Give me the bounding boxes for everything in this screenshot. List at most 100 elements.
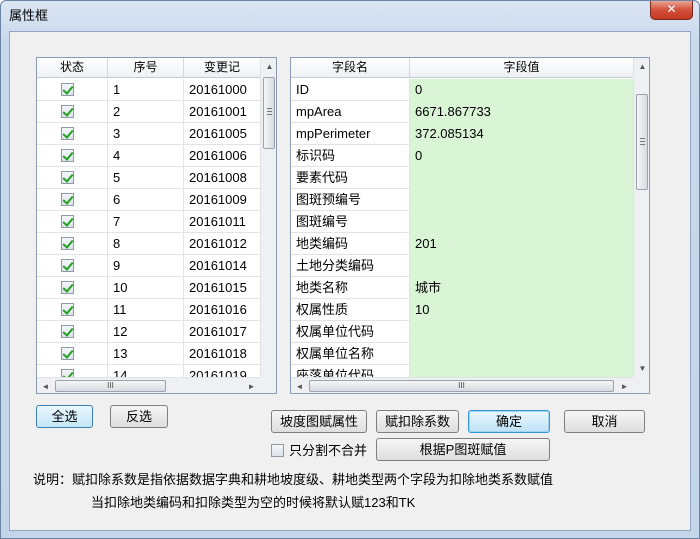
status-cell[interactable] — [37, 343, 108, 365]
field-value-cell[interactable] — [410, 255, 634, 277]
column-header-field-value[interactable]: 字段值 — [410, 58, 634, 78]
field-grid-hscroll[interactable]: ◄ III ► — [291, 377, 633, 393]
status-cell[interactable] — [37, 277, 108, 299]
field-value-cell[interactable]: 6671.867733 — [410, 101, 634, 123]
table-row[interactable]: 9 20161014 — [37, 255, 261, 277]
status-cell[interactable] — [37, 79, 108, 101]
table-row[interactable]: 要素代码 — [291, 167, 634, 189]
status-checkbox[interactable] — [61, 325, 74, 338]
field-value-cell[interactable]: 0 — [410, 79, 634, 101]
column-header-status[interactable]: 状态 — [37, 58, 108, 78]
field-name-cell: ID — [291, 79, 410, 101]
hscroll-thumb[interactable]: III — [55, 380, 166, 392]
table-row[interactable]: 3 20161005 — [37, 123, 261, 145]
ok-button[interactable]: 确定 — [468, 410, 550, 433]
status-cell[interactable] — [37, 189, 108, 211]
scroll-up-icon[interactable]: ▲ — [261, 58, 276, 75]
status-cell[interactable] — [37, 167, 108, 189]
scroll-left-icon[interactable]: ◄ — [291, 378, 308, 393]
status-checkbox[interactable] — [61, 237, 74, 250]
table-row[interactable]: 4 20161006 — [37, 145, 261, 167]
column-header-field-name[interactable]: 字段名 — [291, 58, 410, 78]
status-cell[interactable] — [37, 101, 108, 123]
status-checkbox[interactable] — [61, 215, 74, 228]
status-cell[interactable] — [37, 299, 108, 321]
table-row[interactable]: 11 20161016 — [37, 299, 261, 321]
scroll-up-icon[interactable]: ▲ — [634, 58, 649, 75]
record-grid[interactable]: 状态 序号 变更记 1 20161000 2 20161001 3 20161005 4 20… — [36, 57, 277, 394]
status-checkbox[interactable] — [61, 347, 74, 360]
status-checkbox[interactable] — [61, 127, 74, 140]
column-header-seq[interactable]: 序号 — [108, 58, 184, 78]
hscroll-thumb[interactable]: III — [309, 380, 614, 392]
status-checkbox[interactable] — [61, 193, 74, 206]
field-value-cell[interactable] — [410, 189, 634, 211]
record-grid-vscroll[interactable]: ▲ — [260, 58, 276, 378]
slope-attribute-button[interactable]: 坡度图赋属性 — [271, 410, 367, 433]
table-row[interactable]: mpArea 6671.867733 — [291, 101, 634, 123]
table-row[interactable]: 图斑预编号 — [291, 189, 634, 211]
table-row[interactable]: 权属单位代码 — [291, 321, 634, 343]
scroll-right-icon[interactable]: ► — [616, 378, 633, 393]
select-all-button[interactable]: 全选 — [36, 405, 93, 428]
status-checkbox[interactable] — [61, 149, 74, 162]
record-grid-hscroll[interactable]: ◄ III ► — [37, 377, 260, 393]
close-button[interactable]: ✕ — [650, 1, 693, 20]
field-value-cell[interactable]: 201 — [410, 233, 634, 255]
column-header-change[interactable]: 变更记 — [184, 58, 261, 78]
table-row[interactable]: mpPerimeter 372.085134 — [291, 123, 634, 145]
split-only-label[interactable]: 只分割不合并 — [289, 442, 367, 460]
table-row[interactable]: 5 20161008 — [37, 167, 261, 189]
invert-selection-button[interactable]: 反选 — [110, 405, 168, 428]
status-cell[interactable] — [37, 145, 108, 167]
table-row[interactable]: 10 20161015 — [37, 277, 261, 299]
cancel-button[interactable]: 取消 — [564, 410, 645, 433]
status-cell[interactable] — [37, 211, 108, 233]
table-row[interactable]: 1 20161000 — [37, 79, 261, 101]
table-row[interactable]: 地类编码 201 — [291, 233, 634, 255]
status-cell[interactable] — [37, 233, 108, 255]
field-value-cell[interactable] — [410, 321, 634, 343]
scroll-right-icon[interactable]: ► — [243, 378, 260, 393]
field-grid-vscroll[interactable]: ▲ ▼ — [633, 58, 649, 378]
status-checkbox[interactable] — [61, 105, 74, 118]
table-row[interactable]: 13 20161018 — [37, 343, 261, 365]
assign-coefficient-button[interactable]: 赋扣除系数 — [376, 410, 459, 433]
field-grid[interactable]: 字段名 字段值 ID 0 mpArea 6671.867733 mpPerimeter 3… — [290, 57, 650, 394]
field-value-cell[interactable] — [410, 167, 634, 189]
table-row[interactable]: 地类名称 城市 — [291, 277, 634, 299]
table-row[interactable]: 7 20161011 — [37, 211, 261, 233]
status-checkbox[interactable] — [61, 303, 74, 316]
split-only-checkbox[interactable] — [271, 444, 284, 457]
scroll-down-icon[interactable]: ▼ — [634, 360, 649, 377]
table-row[interactable]: 标识码 0 — [291, 145, 634, 167]
table-row[interactable]: 图斑编号 — [291, 211, 634, 233]
table-row[interactable]: 2 20161001 — [37, 101, 261, 123]
status-cell[interactable] — [37, 123, 108, 145]
field-value-cell[interactable]: 372.085134 — [410, 123, 634, 145]
table-row[interactable]: 土地分类编码 — [291, 255, 634, 277]
status-checkbox[interactable] — [61, 281, 74, 294]
status-checkbox[interactable] — [61, 171, 74, 184]
field-value-cell[interactable]: 城市 — [410, 277, 634, 299]
status-cell[interactable] — [37, 321, 108, 343]
status-cell[interactable] — [37, 255, 108, 277]
table-row[interactable]: 权属单位名称 — [291, 343, 634, 365]
status-checkbox[interactable] — [61, 259, 74, 272]
field-value-cell[interactable] — [410, 343, 634, 365]
table-row[interactable]: ID 0 — [291, 79, 634, 101]
table-row[interactable]: 权属性质 10 — [291, 299, 634, 321]
field-value-cell[interactable]: 0 — [410, 145, 634, 167]
assign-by-patch-button[interactable]: 根据P图斑赋值 — [376, 438, 550, 461]
field-value-cell[interactable] — [410, 211, 634, 233]
field-value-cell[interactable]: 10 — [410, 299, 634, 321]
vscroll-thumb[interactable] — [636, 94, 648, 190]
vscroll-thumb[interactable] — [263, 77, 275, 149]
table-row[interactable]: 8 20161012 — [37, 233, 261, 255]
table-row[interactable]: 6 20161009 — [37, 189, 261, 211]
scroll-left-icon[interactable]: ◄ — [37, 378, 54, 393]
status-checkbox[interactable] — [61, 83, 74, 96]
field-name-cell: 图斑编号 — [291, 211, 410, 233]
table-row[interactable]: 12 20161017 — [37, 321, 261, 343]
title-bar[interactable]: 属性框 ✕ — [1, 1, 699, 29]
